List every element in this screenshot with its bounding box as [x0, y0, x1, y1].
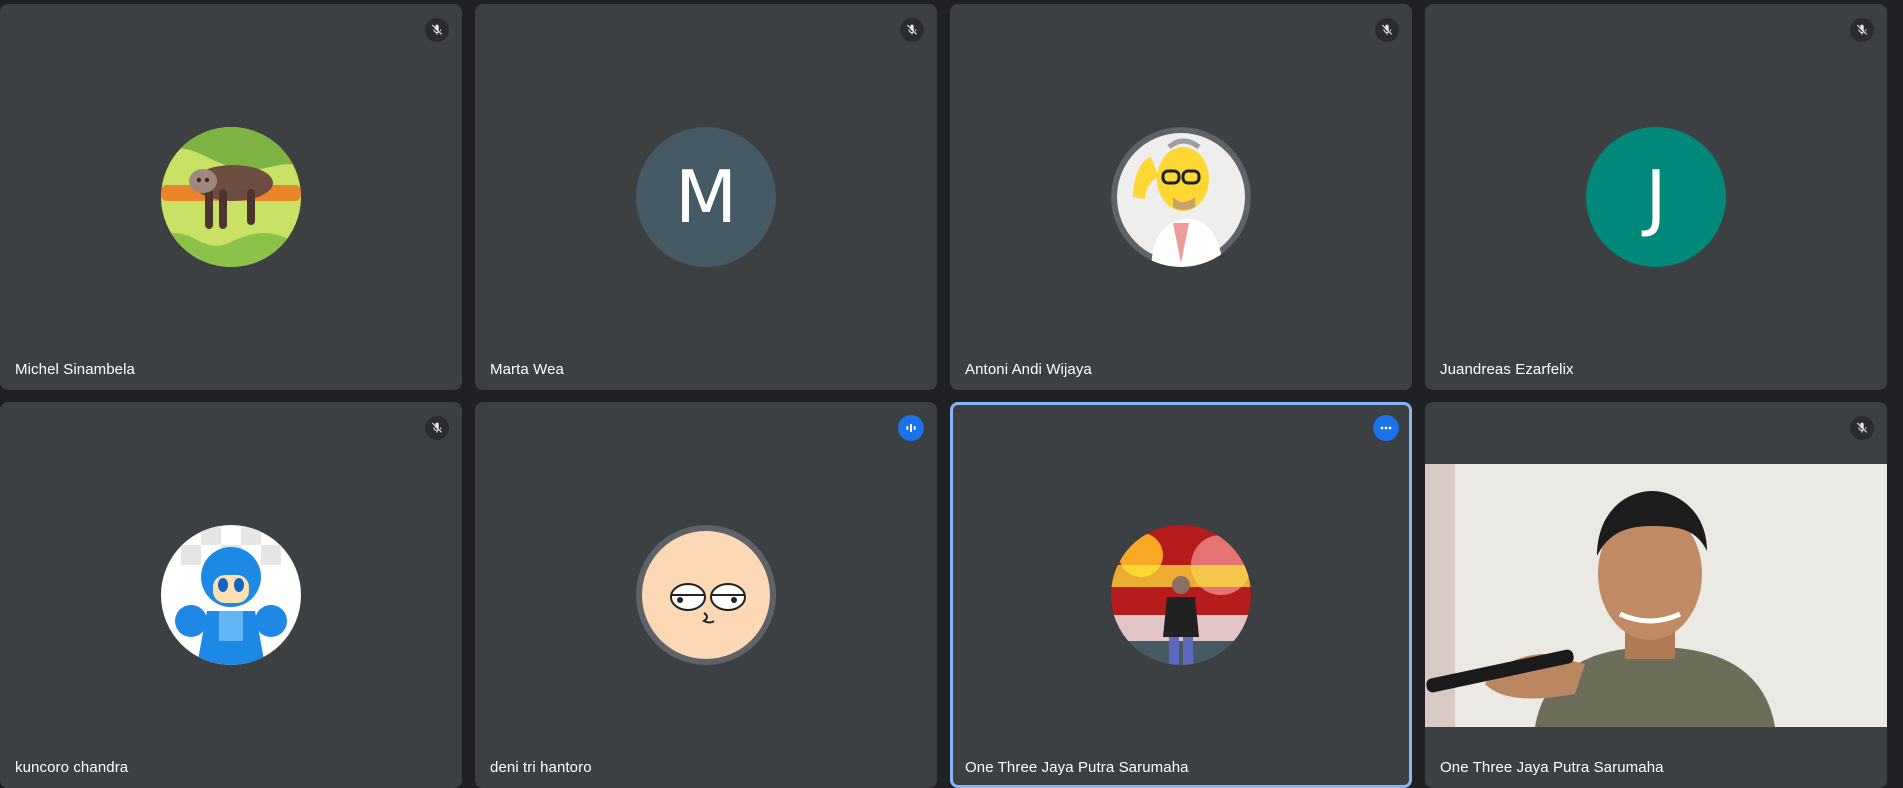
avatar-letter: J — [1645, 155, 1667, 239]
mic-off-icon — [1375, 18, 1399, 42]
participant-tile[interactable]: M Marta Wea — [475, 4, 937, 390]
avatar — [1111, 525, 1251, 665]
participant-tile[interactable]: Michel Sinambela — [0, 4, 462, 390]
mic-off-icon — [1850, 18, 1874, 42]
participant-name: Antoni Andi Wijaya — [965, 361, 1092, 378]
participant-name: Juandreas Ezarfelix — [1440, 361, 1574, 378]
participant-name: kuncoro chandra — [15, 759, 129, 776]
speaking-icon — [898, 415, 924, 441]
avatar — [161, 127, 301, 267]
avatar: M — [636, 127, 776, 267]
participant-name: One Three Jaya Putra Sarumaha — [965, 759, 1189, 776]
mic-off-icon — [425, 18, 449, 42]
participant-name: One Three Jaya Putra Sarumaha — [1440, 759, 1664, 776]
participant-name: deni tri hantoro — [490, 759, 592, 776]
video-feed — [1425, 464, 1887, 727]
mic-off-icon — [900, 18, 924, 42]
participant-tile-active[interactable]: One Three Jaya Putra Sarumaha — [950, 402, 1412, 788]
participant-tile[interactable]: kuncoro chandra — [0, 402, 462, 788]
mic-off-icon — [425, 416, 449, 440]
participant-tile[interactable]: J Juandreas Ezarfelix — [1425, 4, 1887, 390]
avatar — [1111, 127, 1251, 267]
mic-off-icon — [1850, 416, 1874, 440]
avatar — [636, 525, 776, 665]
participant-name: Michel Sinambela — [15, 361, 135, 378]
participant-tile[interactable]: deni tri hantoro — [475, 402, 937, 788]
more-options-icon[interactable] — [1373, 415, 1399, 441]
participant-name: Marta Wea — [490, 361, 564, 378]
participant-tile[interactable]: Antoni Andi Wijaya — [950, 4, 1412, 390]
participant-tile[interactable]: One Three Jaya Putra Sarumaha — [1425, 402, 1887, 788]
avatar: J — [1586, 127, 1726, 267]
avatar-letter: M — [674, 155, 738, 239]
avatar — [161, 525, 301, 665]
